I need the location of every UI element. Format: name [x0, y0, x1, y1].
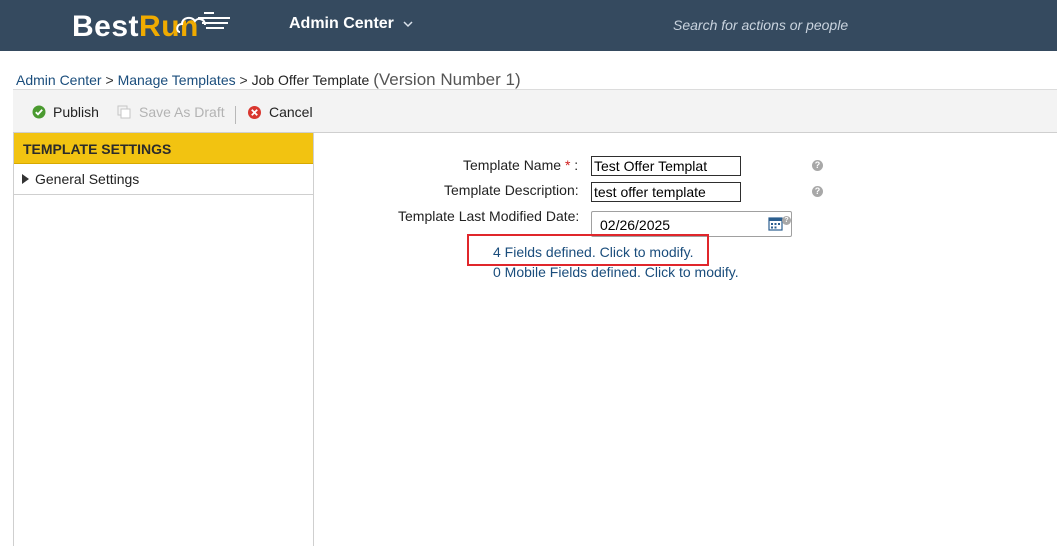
template-name-label: Template Name * :: [463, 157, 579, 173]
tree-item-label: General Settings: [35, 171, 140, 187]
search-input[interactable]: Search for actions or people: [673, 17, 848, 33]
save-as-draft-label: Save As Draft: [139, 104, 225, 120]
breadcrumb-separator: >: [105, 72, 114, 88]
template-settings-header: TEMPLATE SETTINGS: [14, 133, 313, 164]
publish-label: Publish: [53, 104, 99, 120]
template-description-field[interactable]: [591, 182, 741, 202]
date-value: 02/26/2025: [600, 217, 671, 233]
publish-button[interactable]: Publish: [32, 104, 99, 120]
help-icon[interactable]: ?: [782, 216, 791, 225]
breadcrumb-manage-templates[interactable]: Manage Templates: [118, 72, 236, 88]
expand-arrow-icon[interactable]: [22, 174, 29, 184]
template-description-label: Template Description:: [444, 182, 579, 198]
module-label: Admin Center: [289, 15, 394, 32]
highlight-box: [467, 234, 709, 266]
toolbar: Publish Save As Draft Cancel: [13, 89, 1057, 133]
breadcrumb-admin-center[interactable]: Admin Center: [16, 72, 102, 88]
module-switcher[interactable]: Admin Center: [289, 15, 414, 33]
shell-bar: BestRun Admin Center Search for actions …: [0, 0, 1057, 51]
help-icon[interactable]: ?: [812, 160, 823, 171]
breadcrumb-separator: >: [239, 72, 248, 88]
tree-item-general-settings[interactable]: General Settings: [14, 164, 313, 195]
toolbar-divider: [235, 106, 236, 124]
save-as-draft-button[interactable]: Save As Draft: [117, 104, 225, 120]
version-label: (Version Number 1): [373, 70, 521, 89]
template-name-field[interactable]: [591, 156, 741, 176]
cancel-label: Cancel: [269, 104, 313, 120]
cloud-icon: [176, 12, 230, 33]
breadcrumb-current: Job Offer Template: [251, 72, 370, 88]
copy-icon: [117, 105, 131, 119]
breadcrumb: Admin Center > Manage Templates > Job Of…: [16, 70, 521, 90]
cancel-icon: [248, 105, 261, 119]
bestrun-logo[interactable]: BestRun: [72, 8, 230, 44]
calendar-icon[interactable]: [768, 216, 783, 231]
mobile-fields-defined-link[interactable]: 0 Mobile Fields defined. Click to modify…: [493, 264, 739, 280]
help-icon[interactable]: ?: [812, 186, 823, 197]
chevron-down-icon: [403, 21, 413, 28]
last-modified-date-label: Template Last Modified Date:: [398, 208, 580, 224]
check-circle-icon: [32, 105, 46, 119]
required-marker: *: [564, 157, 571, 173]
template-settings-panel: TEMPLATE SETTINGS General Settings: [13, 133, 314, 546]
cancel-button[interactable]: Cancel: [247, 104, 313, 120]
